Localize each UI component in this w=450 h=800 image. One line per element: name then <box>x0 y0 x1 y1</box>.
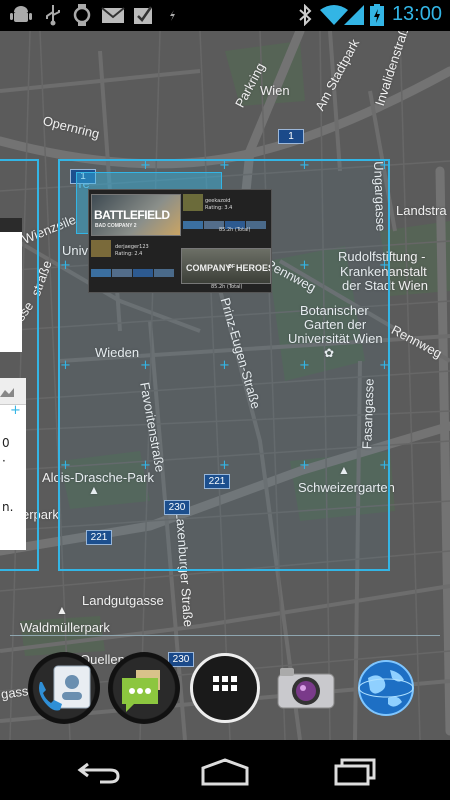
android-debug-icon <box>10 6 32 22</box>
game1-user: geekazoid <box>205 198 231 204</box>
grid-cross-marker: + <box>60 258 71 273</box>
grid-cross-marker: + <box>219 358 230 373</box>
grid-cross-marker: + <box>299 458 310 473</box>
lightning-icon <box>170 10 175 21</box>
game2-thumbnails <box>91 262 177 277</box>
app-drawer-icon[interactable] <box>190 653 260 723</box>
game2-title-word2: HEROES <box>236 263 271 273</box>
usb-icon <box>46 5 60 26</box>
back-icon[interactable] <box>70 754 130 788</box>
grid-cross-marker: + <box>140 158 151 173</box>
browser-globe-icon[interactable] <box>350 652 422 724</box>
status-clock: 13:00 <box>391 3 442 25</box>
grid-cross-marker: + <box>299 358 310 373</box>
adjacent-card-text-2: · <box>2 454 6 468</box>
game2-rating: Rating: 2.4 <box>115 251 143 257</box>
game1-total: 85.2h (Total) <box>219 227 251 233</box>
grid-cross-marker: + <box>219 458 230 473</box>
recents-icon[interactable] <box>322 754 382 788</box>
game-banner-battlefield[interactable]: BATTLEFIELD BAD COMPANY 2 <box>91 194 181 236</box>
game2-title: COMPANY <box>186 263 232 273</box>
grid-cross-marker: + <box>60 358 71 373</box>
grid-cross-marker: + <box>379 458 390 473</box>
grid-cross-marker: + <box>299 158 310 173</box>
game2-avatar <box>91 240 111 257</box>
grid-cross-marker: + <box>60 458 71 473</box>
adjacent-card-text-1: 0 <box>2 436 10 450</box>
game-subtitle: BAD COMPANY 2 <box>95 223 137 229</box>
grid-cross-marker: + <box>379 358 390 373</box>
steam-games-widget[interactable]: BATTLEFIELD BAD COMPANY 2 geekazoid Rati… <box>88 189 272 293</box>
watch-icon <box>73 4 91 26</box>
tasks-icon <box>134 6 153 24</box>
map-label-waldmuellerpark: Waldmüllerpark <box>20 620 110 635</box>
image-icon <box>0 388 14 397</box>
adjacent-card-header <box>0 378 26 405</box>
adjacent-widget-header <box>0 218 22 232</box>
grid-cross-marker: + <box>379 258 390 273</box>
status-bar: 13:00 <box>0 0 450 31</box>
messaging-icon[interactable] <box>108 652 180 724</box>
navigation-bar <box>0 740 450 800</box>
bluetooth-icon <box>299 4 312 26</box>
game1-rating: Rating: 3.4 <box>205 205 233 211</box>
game1-thumbnails <box>183 214 269 229</box>
grid-cross-marker: + <box>379 158 390 173</box>
contacts-phone-icon[interactable] <box>28 652 100 724</box>
game1-avatar <box>183 194 203 211</box>
grid-cross-marker: + <box>299 258 310 273</box>
signal-icon <box>344 5 364 25</box>
dock-divider <box>10 635 440 636</box>
park-tree-icon: ▲ <box>56 603 68 617</box>
home-icon[interactable] <box>195 754 255 788</box>
grid-cross-marker: + <box>10 403 21 418</box>
map-label-landstrasse: Landstra <box>396 203 447 218</box>
grid-cross-marker: + <box>140 458 151 473</box>
battery-charging-icon <box>370 4 384 26</box>
adjacent-widget-panel[interactable] <box>0 218 22 352</box>
map-label-wien: Wien <box>260 83 290 98</box>
game-banner-company-of-heroes[interactable]: COMPANY OF HEROES <box>181 248 271 284</box>
camera-icon[interactable] <box>270 652 342 724</box>
game2-title-prefix: OF <box>228 264 235 270</box>
game-title: BATTLEFIELD <box>94 208 170 222</box>
road-badge: 1 <box>278 129 304 144</box>
map-label-landgutgasse: Landgutgasse <box>82 593 164 608</box>
grid-cross-marker: + <box>140 358 151 373</box>
adjacent-card-text-3: n. <box>2 500 14 514</box>
game2-total: 85.2h (Total) <box>211 284 243 290</box>
gmail-icon <box>101 7 125 23</box>
grid-cross-marker: + <box>219 158 230 173</box>
game2-user: derjaeger123 <box>115 244 149 250</box>
